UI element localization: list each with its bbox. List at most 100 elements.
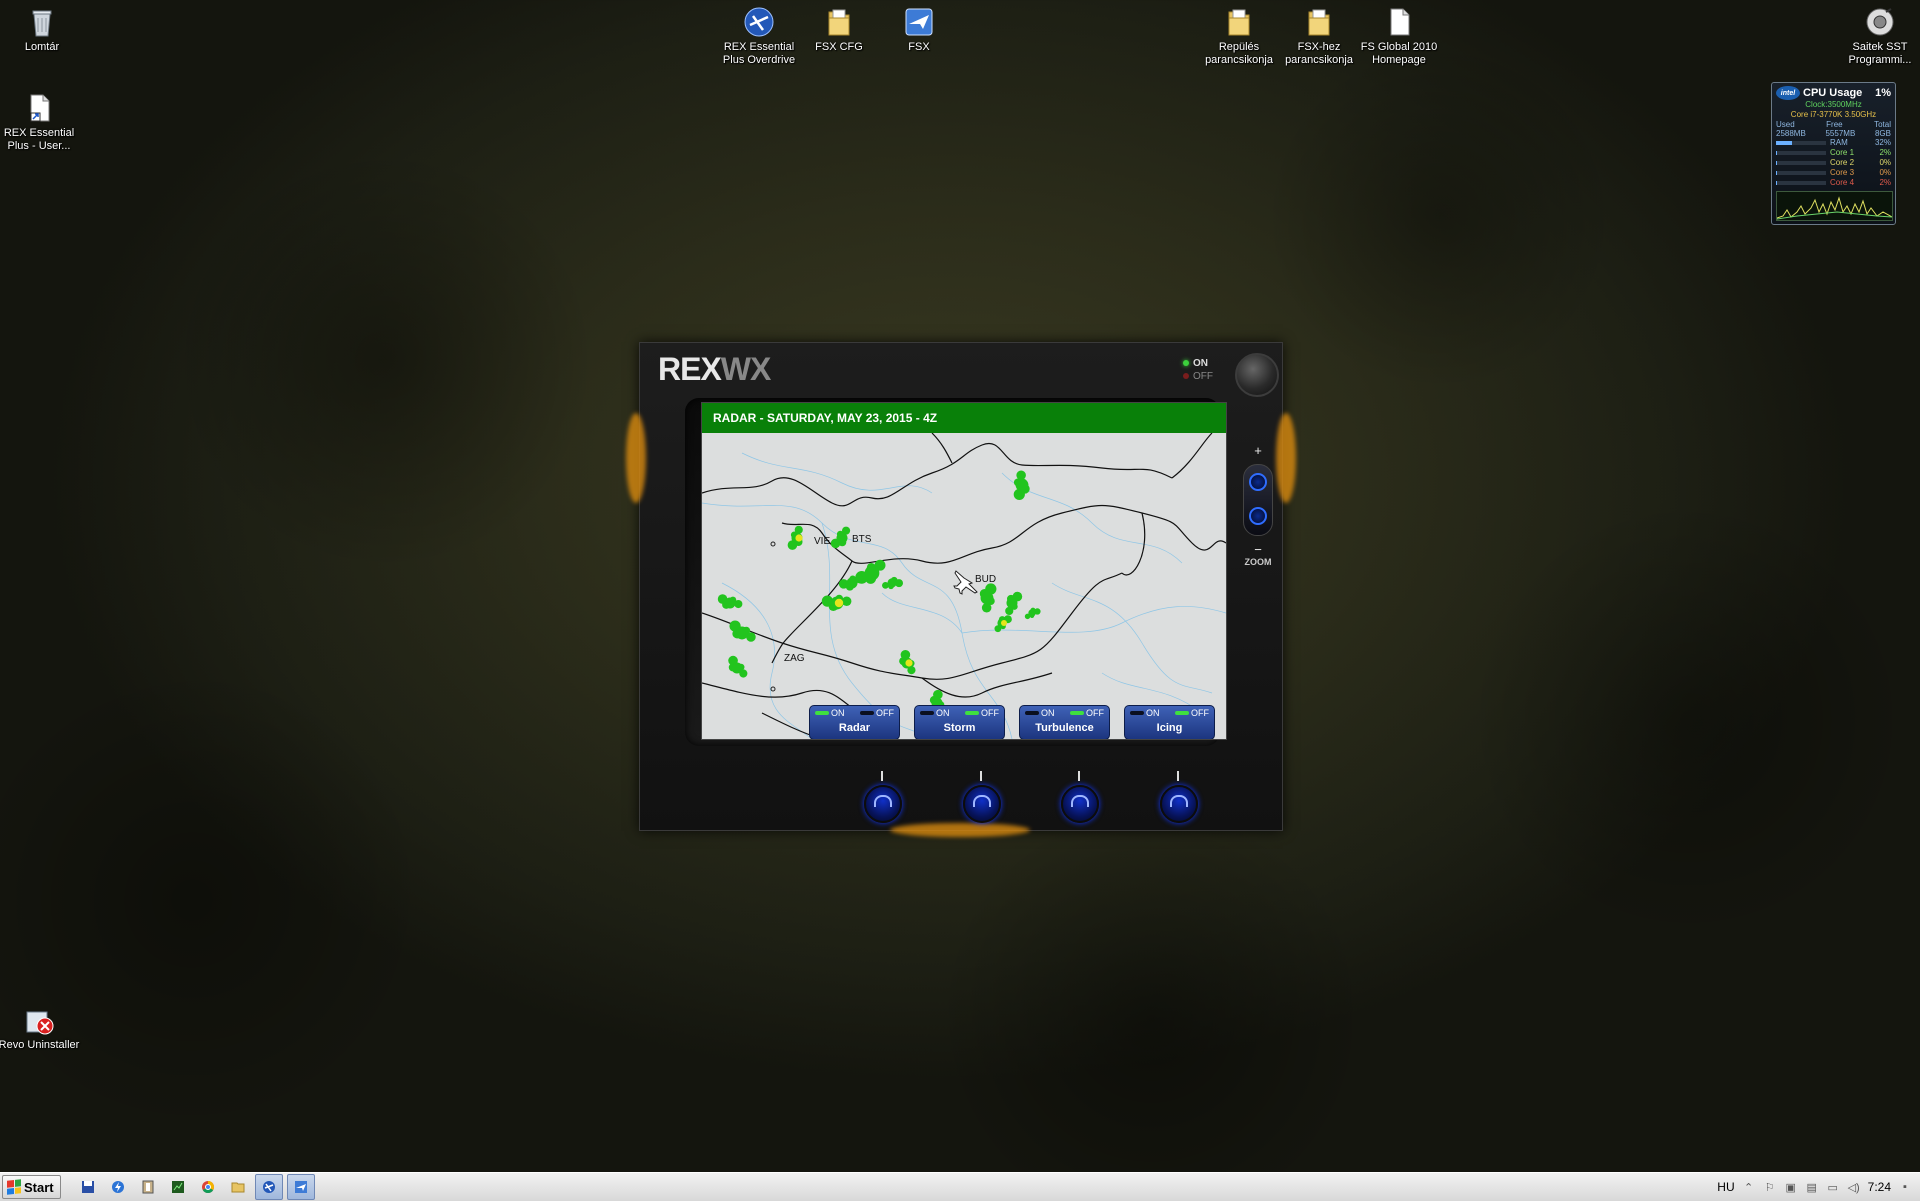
radar-cell (888, 579, 896, 587)
action-center-flag-icon[interactable]: ⚐ (1763, 1180, 1777, 1194)
toggle-on-label: ON (1041, 708, 1055, 718)
radar-knob-button[interactable] (864, 771, 902, 823)
radar-cell (732, 663, 742, 673)
toggle-icing[interactable]: ON OFF Icing (1124, 705, 1215, 739)
device-icon[interactable]: ▣ (1784, 1180, 1798, 1194)
memory-headers: Used Free Total (1776, 120, 1891, 129)
usage-bar (1776, 161, 1826, 165)
city-label-zag: ZAG (784, 653, 805, 664)
desktop-icon-fsx-hez[interactable]: FSX-hez parancsikonja (1277, 6, 1361, 67)
saitek-icon (1866, 8, 1894, 36)
intel-logo-icon: intel (1776, 86, 1800, 100)
radar-cell (1016, 479, 1028, 491)
usage-bar (1776, 151, 1826, 155)
fsx-icon[interactable] (286, 1174, 315, 1200)
desktop-icon-rex-overdrive[interactable]: REX Essential Plus Overdrive (717, 6, 801, 67)
toggle-radar[interactable]: ON OFF Radar (809, 705, 900, 739)
book-icon[interactable] (135, 1175, 161, 1199)
system-tray: HU ⌃ ⚐ ▣ ▤ ▭ ◁) 7:24 ▪ (1717, 1180, 1920, 1194)
cpu-row: Core 1 2% (1776, 148, 1891, 158)
network-icon[interactable]: ▤ (1805, 1180, 1819, 1194)
toggle-label: Icing (1156, 722, 1183, 734)
toggle-label: Radar (838, 722, 871, 734)
desktop-icon-revo[interactable]: Revo Uninstaller (0, 1004, 81, 1052)
zoom-plus-icon[interactable]: + (1243, 443, 1273, 458)
flash-icon[interactable] (105, 1175, 131, 1199)
revo-uninstaller-icon (26, 1011, 54, 1035)
radar-cell (1005, 606, 1014, 616)
radar-cell (725, 598, 735, 608)
taskbar: Start HU ⌃ ⚐ ▣ ▤ ▭ ◁) 7:24 ▪ (0, 1172, 1920, 1201)
usage-name: Core 4 (1830, 178, 1855, 187)
zoom-out-button[interactable] (1249, 507, 1267, 525)
usage-name: RAM (1830, 138, 1848, 147)
chrome-icon[interactable] (195, 1175, 221, 1199)
rexwx-window[interactable]: REXWX ON OFF RADAR - SATURDAY, MAY 23, 2… (626, 342, 1296, 837)
toggle-switch: ON OFF (1020, 706, 1109, 718)
fsx-app-icon (905, 8, 933, 36)
storm-knob-button[interactable] (963, 771, 1001, 823)
radar-cell (1016, 470, 1026, 480)
desktop-icon-label: Repülés parancsikonja (1205, 41, 1273, 66)
zoom-minus-icon[interactable]: − (1243, 542, 1273, 557)
chevron-up-icon[interactable]: ⌃ (1742, 1180, 1756, 1194)
green-app-icon[interactable] (165, 1175, 191, 1199)
toggle-turbulence[interactable]: ON OFF Turbulence (1019, 705, 1110, 739)
zoom-control: + − ZOOM (1243, 443, 1273, 567)
mem-header-total: Total (1874, 120, 1891, 129)
city-label-bud: BUD (975, 574, 997, 585)
explorer-icon[interactable] (225, 1175, 251, 1199)
toggle-label: Storm (943, 722, 976, 734)
start-button[interactable]: Start (2, 1175, 61, 1199)
toggle-on-label: ON (831, 708, 845, 718)
knob-arc-icon (1071, 795, 1089, 807)
desktop-icon-recycle-bin[interactable]: Lomtár (0, 6, 84, 54)
radar-cell (736, 627, 748, 639)
radar-cell (794, 525, 803, 534)
knob-arc-icon (973, 795, 991, 807)
zoom-label: ZOOM (1244, 557, 1272, 567)
power-indicator: ON OFF (1183, 357, 1213, 383)
toggle-on: ON (920, 708, 950, 718)
power-knob[interactable] (1235, 353, 1279, 397)
show-desktop-icon[interactable]: ▪ (1898, 1180, 1912, 1194)
icing-knob-button[interactable] (1160, 771, 1198, 823)
desktop-icon-fsx[interactable]: FSX (877, 6, 961, 54)
radar-map[interactable] (702, 433, 1226, 739)
desktop-icon-label: REX Essential Plus Overdrive (722, 41, 796, 66)
desktop-icon-fsx-cfg[interactable]: FSX CFG (797, 6, 881, 54)
toggle-on: ON (1130, 708, 1160, 718)
memory-values: 2588MB 5557MB 8GB (1776, 129, 1891, 138)
desktop-icon-fs-global[interactable]: FS Global 2010 Homepage (1357, 6, 1441, 67)
desktop-icon-saitek[interactable]: Saitek SST Programmi... (1838, 6, 1920, 67)
clock-time[interactable]: 7:24 (1868, 1180, 1891, 1194)
logo-wx: WX (720, 351, 772, 387)
radar-cell (837, 533, 847, 543)
folder-icon (828, 9, 850, 36)
turbulence-knob-button[interactable] (1061, 771, 1099, 823)
mem-used: 2588MB (1776, 129, 1806, 138)
usage-value: 0% (1879, 168, 1891, 177)
toggle-storm[interactable]: ON OFF Storm (914, 705, 1005, 739)
save-icon[interactable] (75, 1175, 101, 1199)
power-off-led-icon (1183, 373, 1189, 380)
usage-bar (1776, 181, 1826, 185)
language-indicator[interactable]: HU (1717, 1180, 1734, 1194)
document-icon (1390, 8, 1410, 36)
radar-cell (734, 599, 743, 609)
toggle-off: OFF (860, 708, 894, 718)
toggle-off: OFF (1175, 708, 1209, 718)
toggle-switch: ON OFF (1125, 706, 1214, 718)
radar-cell (746, 632, 756, 642)
rex-icon[interactable] (254, 1174, 283, 1200)
desktop-icon-repules[interactable]: Repülés parancsikonja (1197, 6, 1281, 67)
desktop-icon-rex-user[interactable]: REX Essential Plus - User... (0, 92, 81, 153)
volume-icon[interactable]: ◁) (1847, 1180, 1861, 1194)
cpu-total-percent: 1% (1875, 87, 1891, 99)
usage-value: 2% (1879, 148, 1891, 157)
zoom-in-button[interactable] (1249, 473, 1267, 491)
knob-arc-icon (1170, 795, 1188, 807)
city-label-vie: VIE (814, 536, 831, 547)
display-icon[interactable]: ▭ (1826, 1180, 1840, 1194)
cpu-usage-gadget[interactable]: intel CPU Usage 1% Clock:3500MHz Core i7… (1771, 82, 1896, 225)
